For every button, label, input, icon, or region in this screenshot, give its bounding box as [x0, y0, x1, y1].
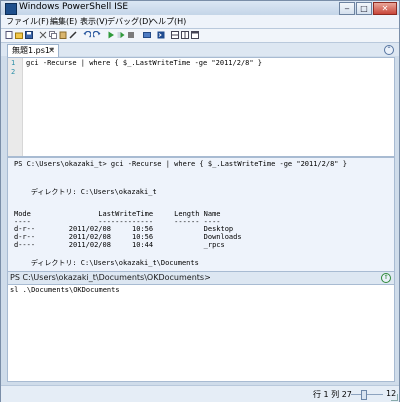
minimize-button[interactable]: ‒: [339, 2, 355, 15]
menu-bar: ファイル(F) 編集(E) 表示(V) デバッグ(D) ヘルプ(H): [1, 15, 399, 29]
command-pane[interactable]: sl .\Documents\OKDocuments: [7, 284, 395, 382]
close-button[interactable]: ✕: [373, 2, 397, 15]
clear-icon[interactable]: [69, 31, 77, 39]
collapse-command-pane-icon[interactable]: ⇑: [381, 273, 391, 283]
menu-view[interactable]: 表示(V): [80, 16, 108, 27]
command-pane-header: PS C:\Users\okazaki_t\Documents\OKDocume…: [7, 271, 395, 285]
script-editor[interactable]: 1 2 gci -Recurse | where { $_.LastWriteT…: [7, 57, 395, 157]
layout-maximize-icon[interactable]: [191, 31, 199, 39]
line-number-gutter: 1 2: [8, 58, 23, 156]
command-input[interactable]: sl .\Documents\OKDocuments: [10, 286, 120, 294]
window-title: Windows PowerShell ISE: [19, 2, 129, 12]
command-prompt-path: PS C:\Users\okazaki_t\Documents\OKDocume…: [10, 273, 211, 282]
start-powershell-icon[interactable]: [157, 31, 165, 39]
menu-file[interactable]: ファイル(F): [6, 16, 49, 27]
undo-icon[interactable]: [83, 31, 91, 39]
run-selection-icon[interactable]: [117, 31, 125, 39]
output-line: Mode LastWriteTime Length Name: [14, 210, 221, 218]
resize-grip-icon[interactable]: [391, 394, 398, 401]
toolbar: [1, 29, 399, 43]
zoom-slider-track[interactable]: [351, 394, 383, 395]
status-bar: 行 1 列 27 12: [1, 385, 399, 402]
save-icon[interactable]: [25, 31, 33, 39]
output-line: d-r-- 2011/02/08 10:56 Downloads: [14, 233, 242, 241]
zoom-slider-thumb[interactable]: [361, 390, 367, 400]
new-remote-tab-icon[interactable]: [143, 31, 151, 39]
paste-icon[interactable]: [59, 31, 67, 39]
output-line: ディレクトリ: C:\Users\okazaki_t: [14, 188, 157, 196]
close-tab-icon[interactable]: ✕: [48, 45, 55, 57]
menu-help[interactable]: ヘルプ(H): [150, 16, 186, 27]
cursor-position: 行 1 列 27: [313, 390, 352, 399]
collapse-script-pane-icon[interactable]: ⌃: [384, 45, 394, 55]
stop-icon[interactable]: [127, 31, 135, 39]
menu-edit[interactable]: 編集(E): [50, 16, 77, 27]
output-pane[interactable]: PS C:\Users\okazaki_t> gci -Recurse | wh…: [7, 157, 395, 272]
powershell-ise-window: Windows PowerShell ISE ‒ □ ✕ ファイル(F) 編集(…: [0, 0, 400, 402]
maximize-button[interactable]: □: [356, 2, 372, 15]
cut-icon[interactable]: [39, 31, 47, 39]
output-line: d-r-- 2011/02/08 10:56 Desktop: [14, 225, 234, 233]
powershell-app-icon: [5, 3, 17, 15]
menu-debug[interactable]: デバッグ(D): [107, 16, 151, 27]
output-line: PS C:\Users\okazaki_t> gci -Recurse | wh…: [14, 160, 347, 168]
line-number: 1: [11, 59, 16, 67]
script-tab-bar: 無題1.ps1* ✕ ⌃: [1, 43, 399, 57]
code-line: gci -Recurse | where { $_.LastWriteTime …: [26, 59, 263, 67]
layout-right-icon[interactable]: [181, 31, 189, 39]
output-line: d---- 2011/02/08 10:44 _rpcs: [14, 241, 225, 249]
tab-untitled-script[interactable]: 無題1.ps1* ✕: [7, 44, 59, 57]
run-icon[interactable]: [107, 31, 115, 39]
output-line: ディレクトリ: C:\Users\okazaki_t\Documents: [14, 259, 199, 267]
new-icon[interactable]: [5, 31, 13, 39]
open-icon[interactable]: [15, 31, 23, 39]
layout-top-icon[interactable]: [171, 31, 179, 39]
copy-icon[interactable]: [49, 31, 57, 39]
title-bar[interactable]: Windows PowerShell ISE ‒ □ ✕: [1, 1, 399, 15]
redo-icon[interactable]: [93, 31, 101, 39]
line-number: 2: [11, 68, 16, 76]
